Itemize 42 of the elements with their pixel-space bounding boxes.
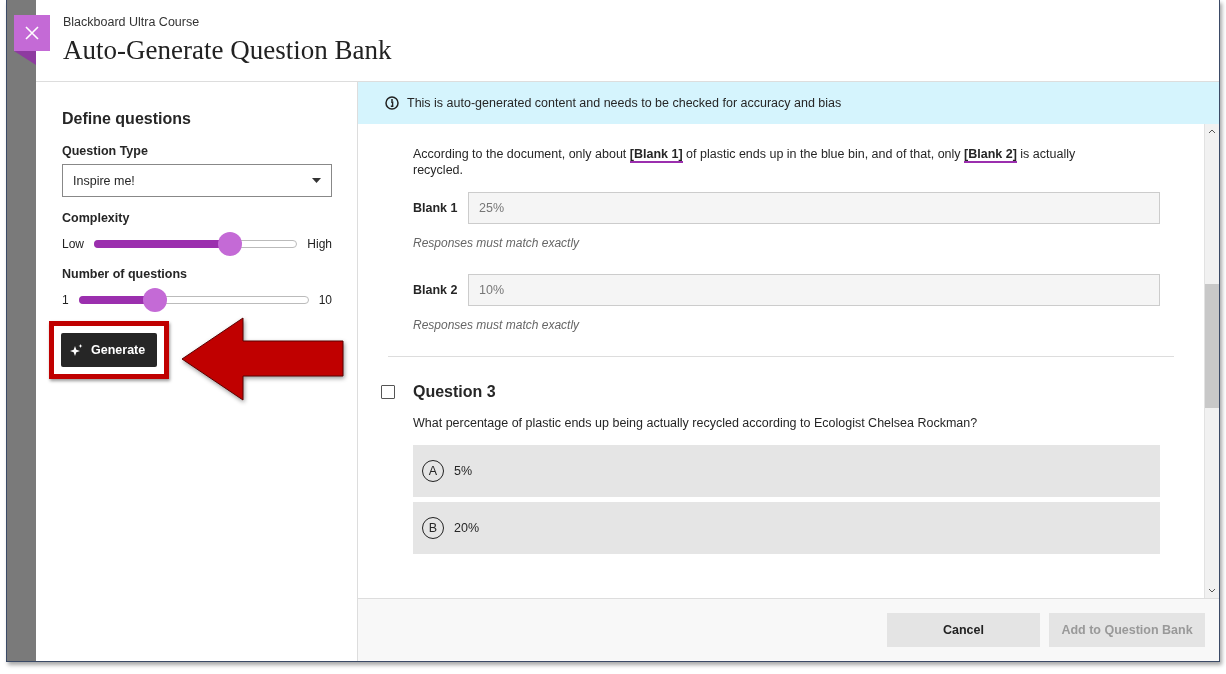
hint-text: Responses must match exactly (413, 236, 581, 250)
scroll-down-icon[interactable] (1208, 588, 1216, 594)
option-text: 20% (454, 521, 480, 535)
field-label: Complexity (62, 211, 131, 225)
scrollbar[interactable] (1204, 124, 1219, 598)
option-text: 5% (454, 464, 473, 478)
info-icon (385, 96, 399, 110)
answer-option[interactable]: A 5% (413, 445, 1160, 497)
field-label: Question Type (62, 144, 149, 158)
question-type-dropdown[interactable]: Inspire me! (62, 164, 332, 197)
sparkle-icon (69, 342, 84, 358)
slider-thumb[interactable] (142, 288, 167, 312)
slider-max-label: 10 (318, 293, 332, 307)
question-title: Question 3 (413, 383, 496, 401)
section-heading: Define questions (62, 110, 192, 128)
generate-button[interactable]: Generate (61, 333, 158, 367)
caret-icon (312, 178, 321, 183)
slider-max-label: High (307, 237, 332, 251)
slider[interactable] (94, 231, 298, 257)
scrollbar-thumb[interactable] (1205, 284, 1219, 408)
slider-min-label: Low (62, 237, 84, 251)
course-name: Blackboard Ultra Course (63, 15, 201, 29)
checkbox[interactable] (381, 385, 395, 399)
scroll-up-icon[interactable] (1208, 128, 1216, 134)
arrow-icon (181, 317, 345, 401)
question-text: What percentage of plastic ends up being actually recycled according to Ecologist Chelsea Rockman? (413, 415, 979, 431)
hint-text: Responses must match exactly (413, 318, 581, 332)
dialog-title: Auto-Generate Question Bank (63, 35, 393, 66)
notice-text: This is auto-generated content and needs to be checked for accuracy and bias (407, 96, 842, 110)
footer-button[interactable]: Cancel (887, 613, 1040, 647)
answer-field[interactable]: 25% (468, 192, 1160, 224)
answer-field[interactable]: 10% (468, 274, 1160, 306)
close-icon (25, 26, 39, 40)
blank-label: Blank 1 (413, 201, 459, 215)
tab-fold (14, 51, 36, 65)
question-text: According to the document, only about [Blank 1] of plastic ends up in the blue bin, and of that, only [Blank 2] is actually recycled. (413, 146, 1077, 178)
blank-label: Blank 2 (413, 283, 459, 297)
field-label: Number of questions (62, 267, 188, 281)
slider[interactable] (78, 287, 309, 313)
slider-thumb[interactable] (218, 232, 243, 256)
answer-option[interactable]: B 20% (413, 502, 1160, 554)
slider-min-label: 1 (62, 293, 69, 307)
